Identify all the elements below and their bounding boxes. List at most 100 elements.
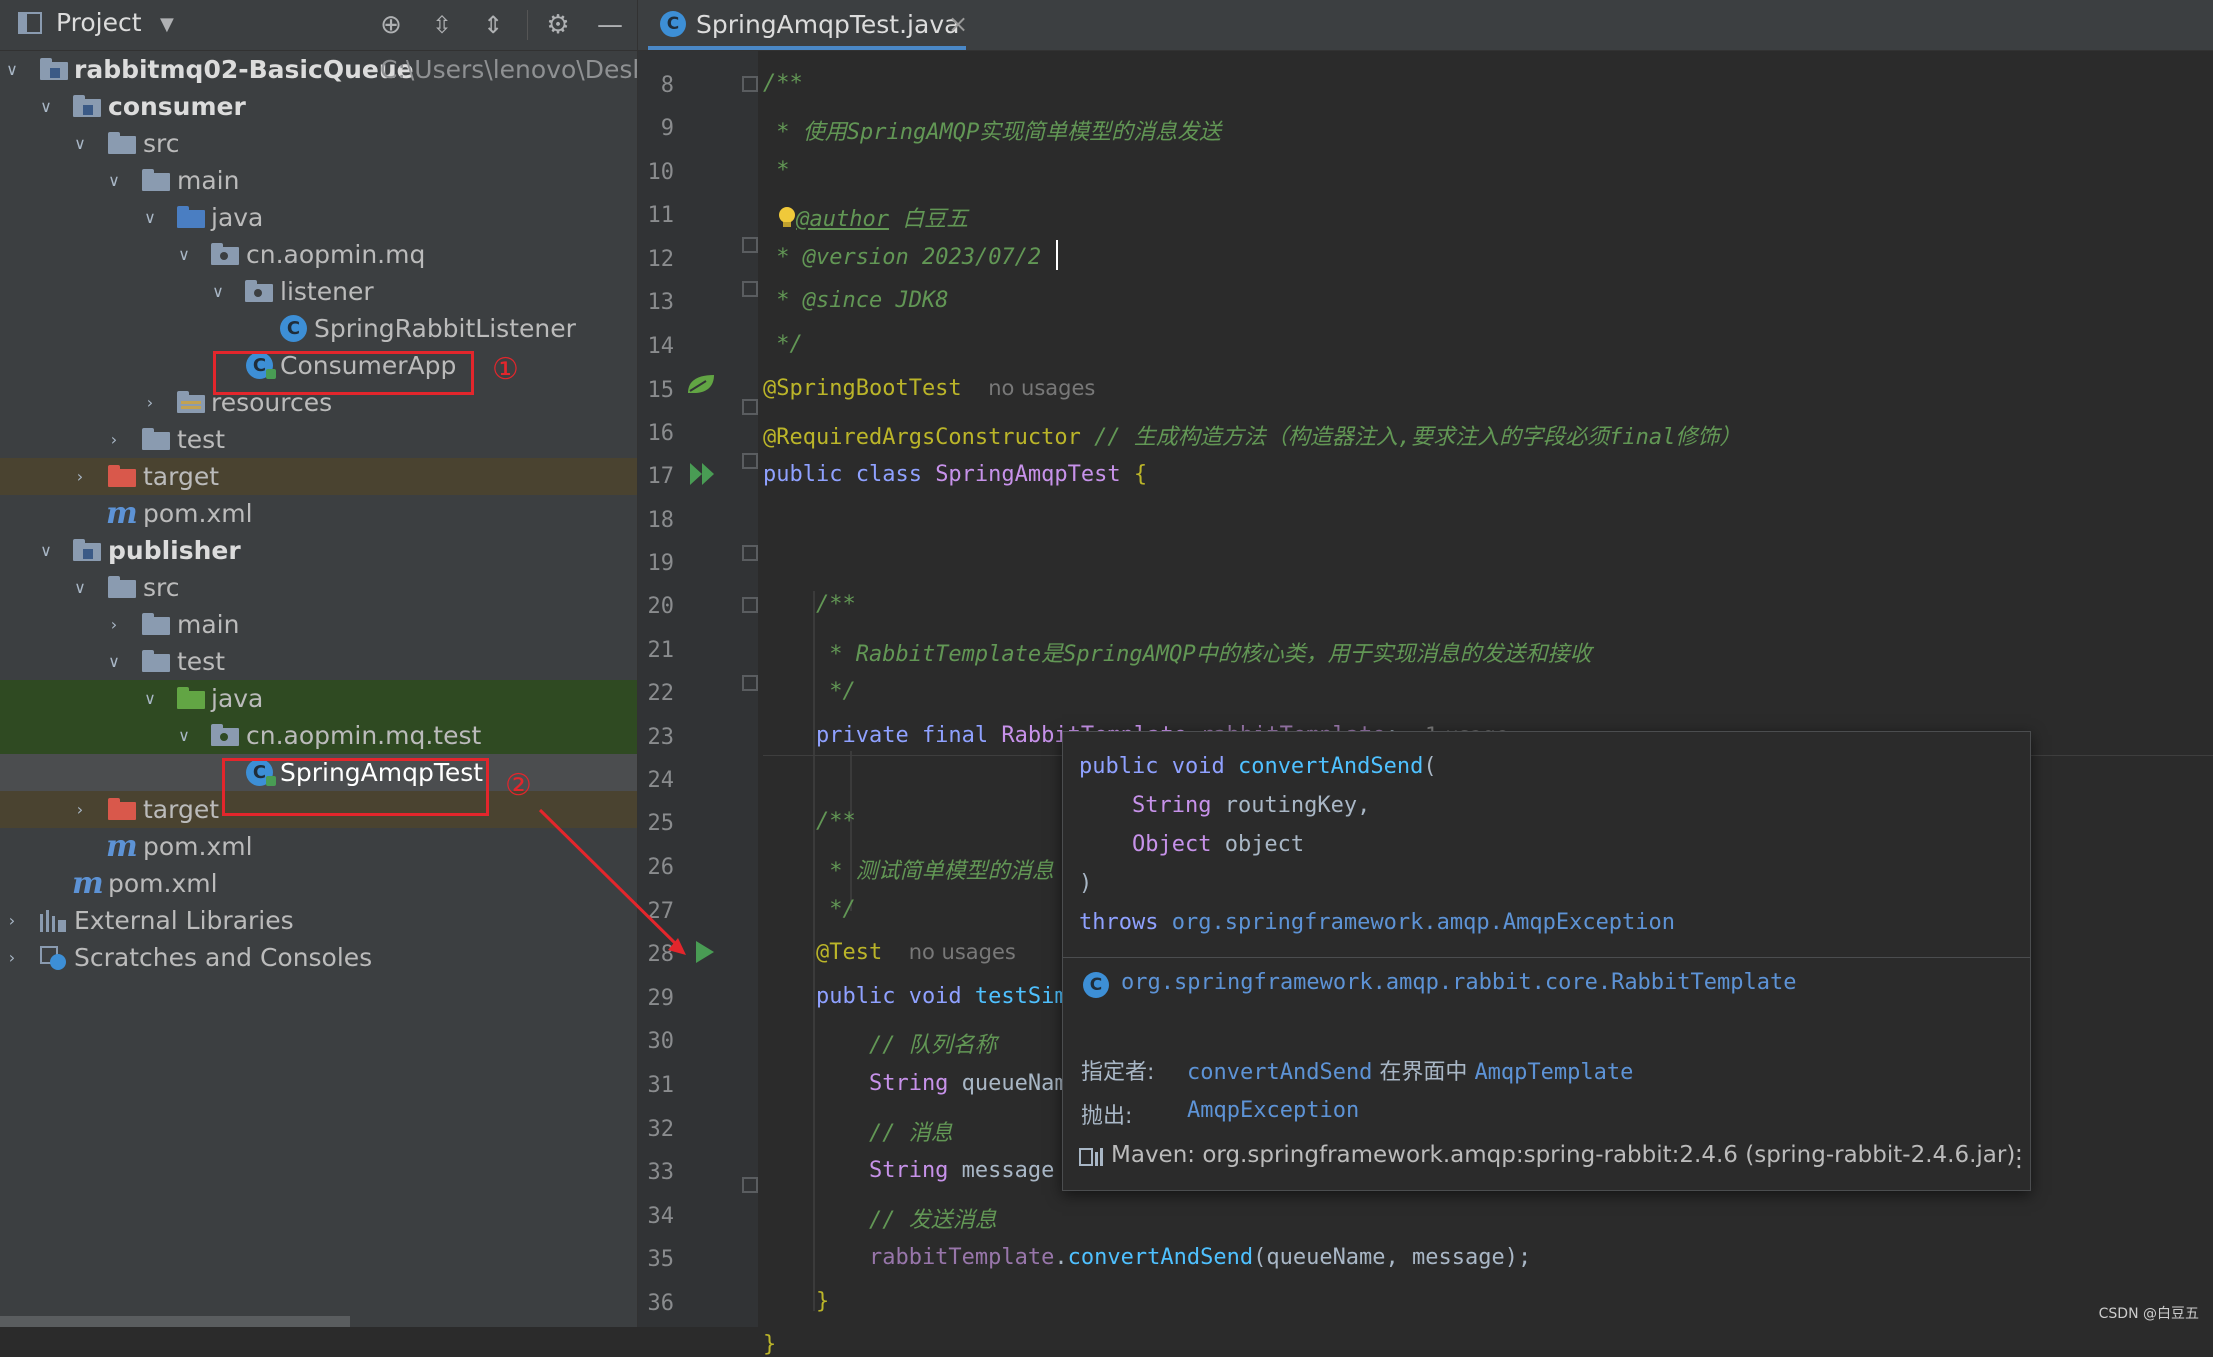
chevron-down-icon[interactable]: ∨: [174, 236, 194, 273]
module-folder-icon: [40, 58, 68, 80]
horizontal-scrollbar[interactable]: [0, 1316, 350, 1327]
view-dropdown-icon[interactable]: ▼: [160, 14, 174, 35]
chevron-down-icon[interactable]: ∨: [2, 51, 22, 88]
library-icon: [1079, 1146, 1107, 1168]
chevron-right-icon[interactable]: ›: [2, 939, 22, 976]
chevron-right-icon[interactable]: ›: [140, 384, 160, 421]
fold-marker-icon[interactable]: [742, 76, 758, 92]
line-number: 21: [647, 638, 675, 663]
project-window-icon: [18, 12, 42, 34]
tree-row-publisher[interactable]: ∨ publisher: [0, 532, 637, 569]
chevron-down-icon[interactable]: ∨: [174, 717, 194, 754]
keyword: private final: [763, 723, 1002, 748]
tree-row-consumer-java[interactable]: ∨ java: [0, 199, 637, 236]
chevron-right-icon[interactable]: ›: [104, 421, 124, 458]
method-name: convertAndSend: [1237, 754, 1424, 779]
run-test-icon[interactable]: [694, 939, 716, 965]
fold-marker-icon[interactable]: [742, 453, 758, 469]
folder-icon: [142, 650, 170, 672]
expand-all-icon[interactable]: ⇳: [426, 9, 458, 41]
code-line-25: * 测试简单模型的消息: [763, 859, 1054, 884]
folder-icon: [108, 132, 136, 154]
chevron-down-icon[interactable]: ∨: [36, 88, 56, 125]
tree-row-publisher-test[interactable]: ∨ test: [0, 643, 637, 680]
tree-row-consumer-test[interactable]: › test: [0, 421, 637, 458]
usage-hint[interactable]: no usages: [988, 376, 1095, 400]
chevron-right-icon[interactable]: ›: [70, 458, 90, 495]
gear-icon[interactable]: ⚙: [542, 9, 574, 41]
chevron-down-icon[interactable]: ∨: [104, 643, 124, 680]
maven-icon: m: [106, 829, 138, 864]
line-number: 32: [647, 1117, 675, 1142]
code-line-10: *: [763, 158, 790, 183]
tree-label: target: [143, 462, 220, 491]
folder-icon: [108, 576, 136, 598]
tree-row-publisher-java[interactable]: ∨ java: [0, 680, 637, 717]
collapse-all-icon[interactable]: ⇕: [477, 9, 509, 41]
code-line-29: // 队列名称: [763, 1033, 997, 1058]
tree-row-springrabbitlistener[interactable]: C SpringRabbitListener: [0, 310, 637, 347]
project-title[interactable]: Project: [56, 8, 142, 37]
more-options-icon[interactable]: ⋮: [2007, 1144, 2031, 1172]
line-number: 26: [647, 855, 675, 880]
param-name: routingKey,: [1211, 793, 1371, 818]
line-number: 28: [647, 942, 675, 967]
tree-row-publisher-main[interactable]: › main: [0, 606, 637, 643]
tab-label: SpringAmqpTest.java: [696, 10, 960, 39]
tree-row-root[interactable]: ∨ rabbitmq02-BasicQueue C:\Users\lenovo\…: [0, 51, 637, 88]
fold-marker-icon[interactable]: [742, 237, 758, 253]
chevron-right-icon[interactable]: ›: [2, 902, 22, 939]
annotation-box-consumerapp: [213, 351, 474, 395]
chevron-down-icon[interactable]: ∨: [140, 199, 160, 236]
fold-marker-icon[interactable]: [742, 675, 758, 691]
class-link[interactable]: org.springframework.amqp.rabbit.core.Rab…: [1121, 970, 1797, 995]
tree-row-scratches[interactable]: › Scratches and Consoles: [0, 939, 637, 976]
method-link[interactable]: convertAndSend: [1187, 1060, 1372, 1085]
tree-row-external-libraries[interactable]: › External Libraries: [0, 902, 637, 939]
variable-name: message: [948, 1158, 1055, 1183]
fold-marker-icon[interactable]: [742, 545, 758, 561]
lightbulb-icon[interactable]: [778, 206, 796, 230]
fold-marker-icon[interactable]: [742, 597, 758, 613]
close-icon[interactable]: ×: [948, 10, 968, 38]
minimize-icon[interactable]: —: [594, 9, 626, 41]
chevron-down-icon[interactable]: ∨: [208, 273, 228, 310]
fold-marker-icon[interactable]: [742, 1177, 758, 1193]
code-line-34: rabbitTemplate.convertAndSend(queueName,…: [763, 1245, 1531, 1270]
crosshair-icon[interactable]: ⊕: [375, 9, 407, 41]
fold-marker-icon[interactable]: [742, 281, 758, 297]
tree-row-publisher-src[interactable]: ∨ src: [0, 569, 637, 606]
tree-row-publisher-package[interactable]: ∨ cn.aopmin.mq.test: [0, 717, 637, 754]
run-all-icon[interactable]: [688, 461, 718, 487]
line-number: 24: [647, 768, 675, 793]
tree-row-consumer-target[interactable]: › target: [0, 458, 637, 495]
exception-link[interactable]: org.springframework.amqp.AmqpException: [1172, 910, 1675, 935]
chevron-right-icon[interactable]: ›: [104, 606, 124, 643]
throws-link[interactable]: AmqpException: [1187, 1098, 1359, 1123]
tree-row-root-pom[interactable]: m pom.xml: [0, 865, 637, 902]
tree-row-listener[interactable]: ∨ listener: [0, 273, 637, 310]
tree-label: consumer: [108, 92, 246, 121]
code-line-21: */: [763, 679, 856, 704]
chevron-down-icon[interactable]: ∨: [104, 162, 124, 199]
chevron-down-icon[interactable]: ∨: [70, 125, 90, 162]
tree-row-consumer-src[interactable]: ∨ src: [0, 125, 637, 162]
tree-row-consumer-package[interactable]: ∨ cn.aopmin.mq: [0, 236, 637, 273]
annotation-box-springamqptest: [222, 758, 489, 816]
quick-documentation-popup[interactable]: public void convertAndSend( String routi…: [1062, 731, 2031, 1191]
chevron-right-icon[interactable]: ›: [70, 791, 90, 828]
annotation: @RequiredArgsConstructor: [763, 425, 1081, 450]
tree-row-publisher-pom[interactable]: m pom.xml: [0, 828, 637, 865]
tree-row-consumer-main[interactable]: ∨ main: [0, 162, 637, 199]
interface-link[interactable]: AmqpTemplate: [1474, 1060, 1633, 1085]
fold-marker-icon[interactable]: [742, 399, 758, 415]
specified-mid-text: 在界面中: [1372, 1060, 1475, 1085]
chevron-down-icon[interactable]: ∨: [70, 569, 90, 606]
tree-row-consumer-pom[interactable]: m pom.xml: [0, 495, 637, 532]
tree-row-consumer[interactable]: ∨ consumer: [0, 88, 637, 125]
usage-hint[interactable]: no usages: [909, 940, 1016, 964]
chevron-down-icon[interactable]: ∨: [140, 680, 160, 717]
chevron-down-icon[interactable]: ∨: [36, 532, 56, 569]
tab-springamqptest[interactable]: C SpringAmqpTest.java ×: [648, 0, 968, 50]
spring-bean-icon[interactable]: [686, 373, 716, 395]
